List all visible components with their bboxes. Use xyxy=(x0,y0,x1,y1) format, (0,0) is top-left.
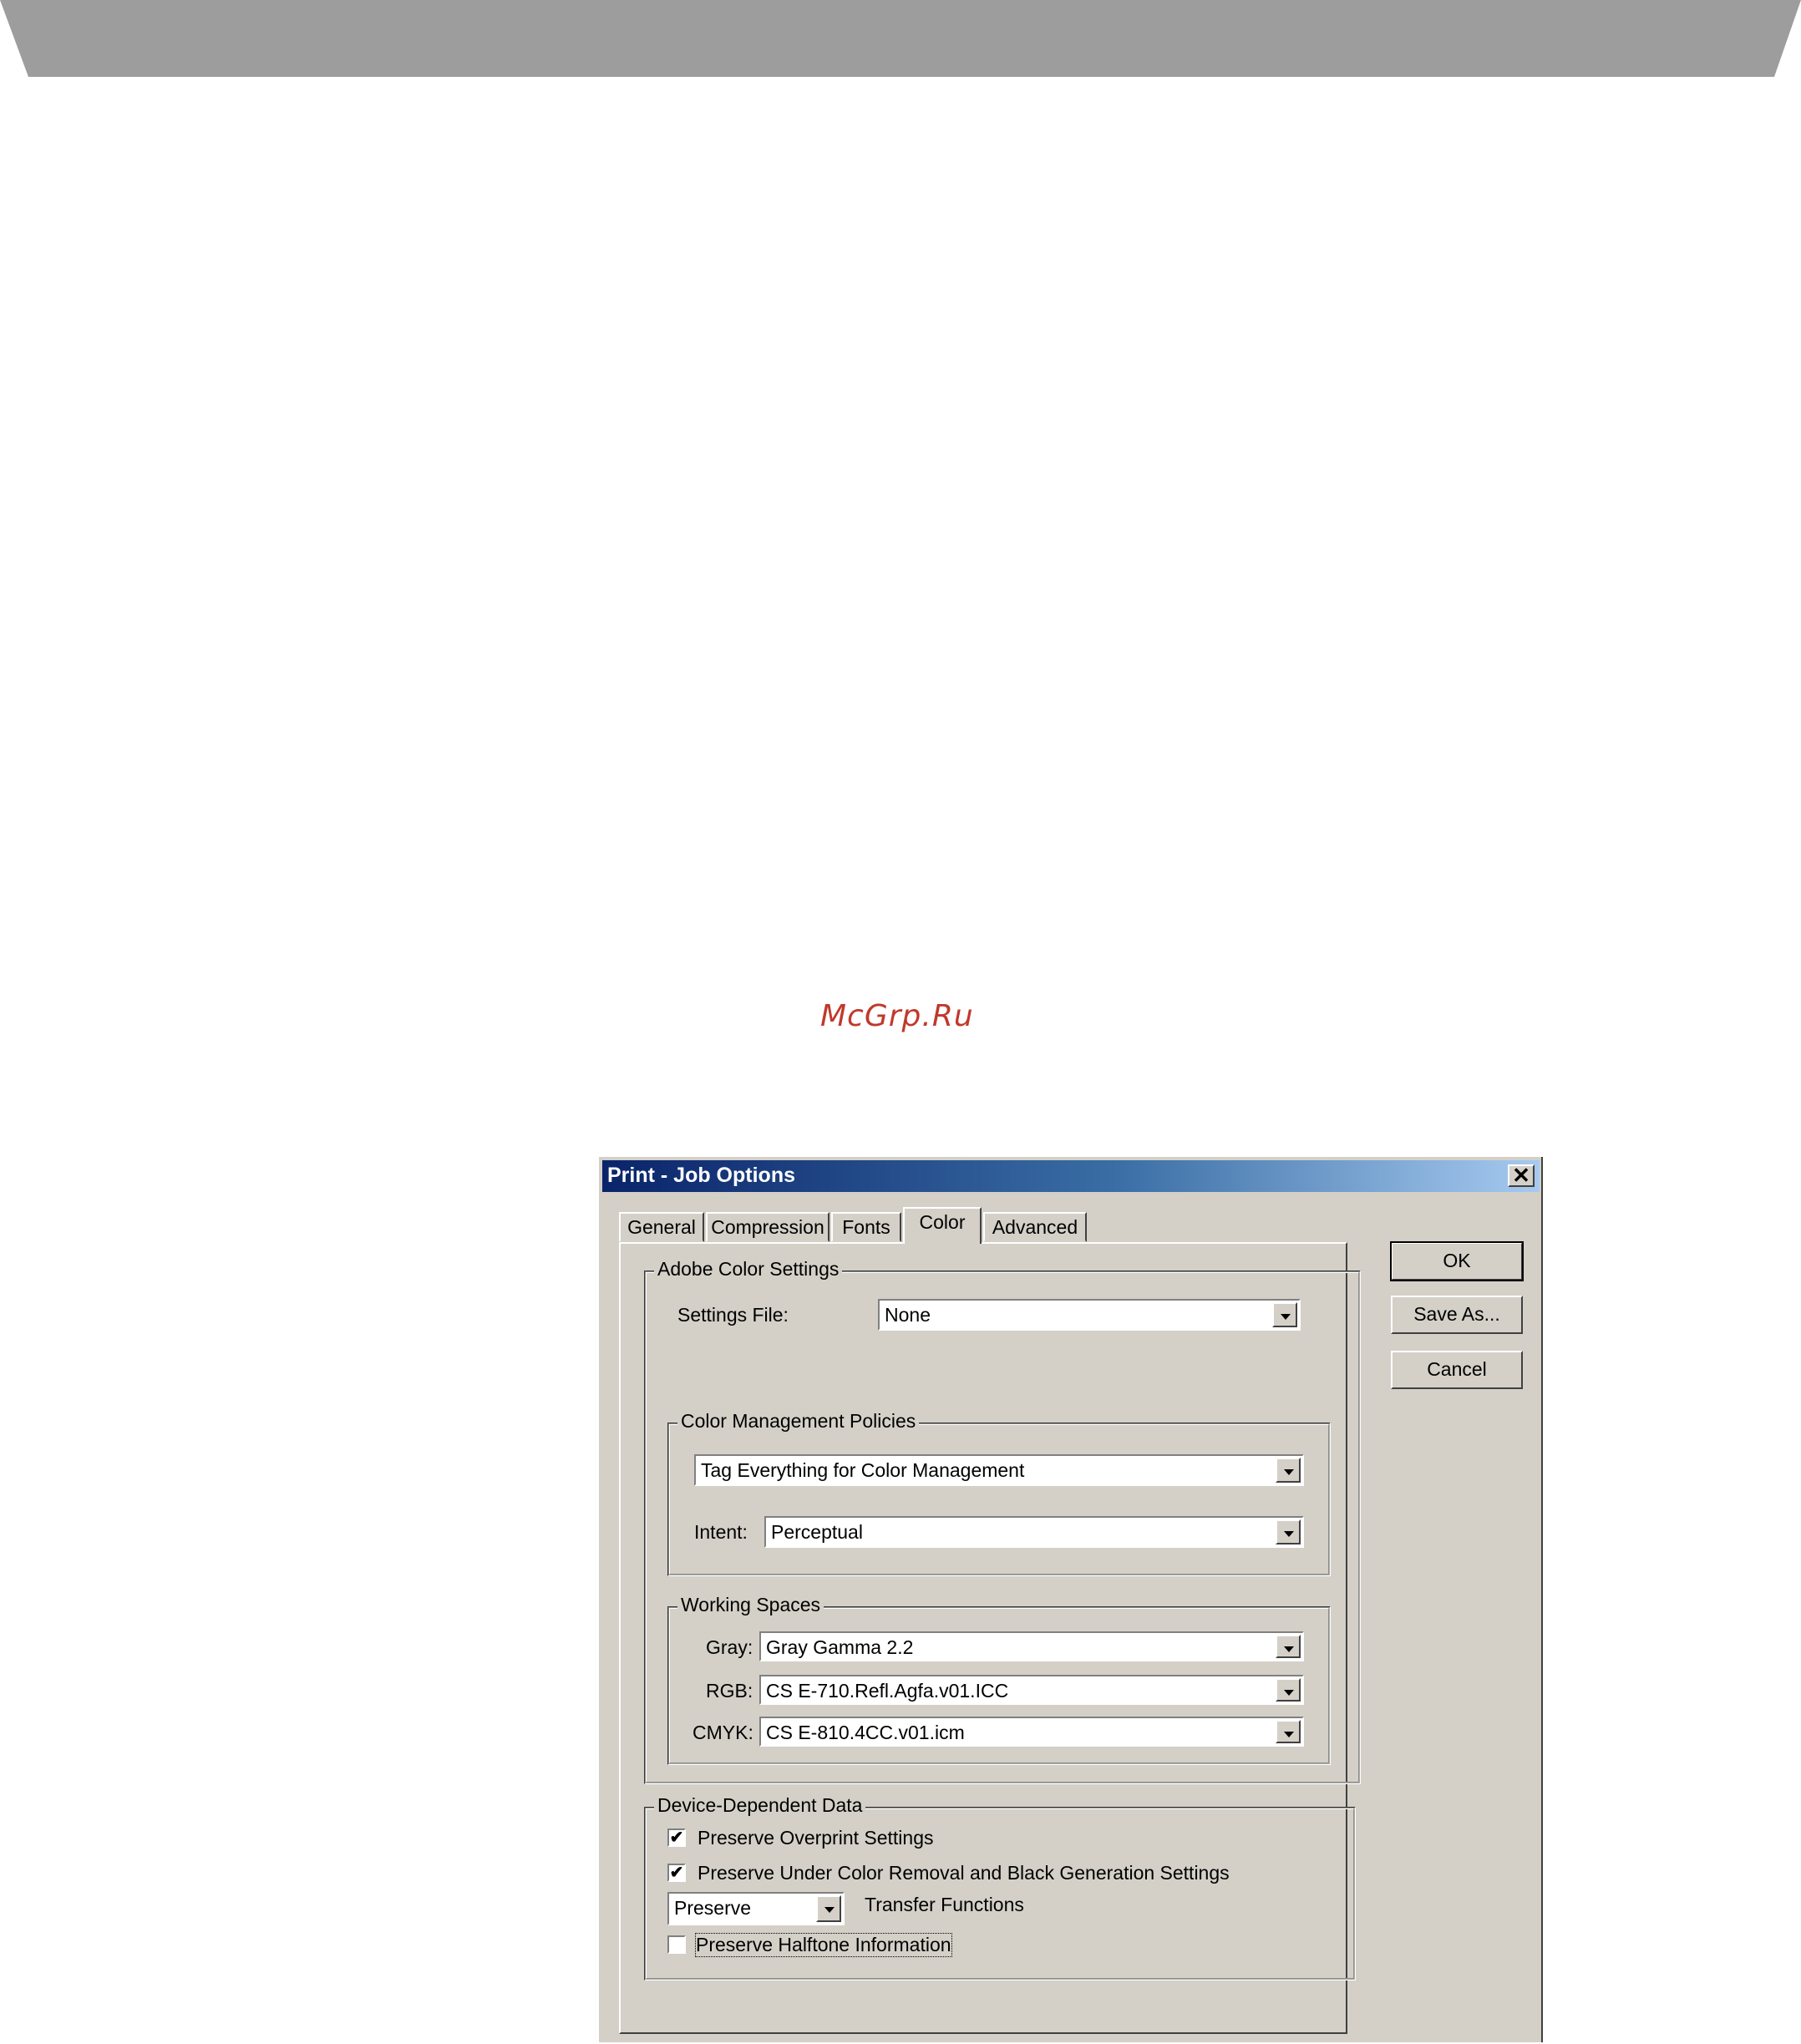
preserve-halftone-checkbox[interactable] xyxy=(667,1935,686,1954)
tab-compression[interactable]: Compression xyxy=(706,1212,829,1242)
settings-file-select[interactable]: None xyxy=(878,1299,1301,1331)
close-icon[interactable]: ✕ xyxy=(1508,1164,1535,1187)
transfer-functions-select[interactable]: Preserve xyxy=(667,1892,845,1925)
settings-file-label: Settings File: xyxy=(677,1304,789,1326)
tab-advanced[interactable]: Advanced xyxy=(983,1212,1087,1242)
rgb-value: CS E-710.Refl.Agfa.v01.ICC xyxy=(766,1680,1009,1702)
chevron-down-icon[interactable] xyxy=(1272,1302,1297,1327)
cmyk-select[interactable]: CS E-810.4CC.v01.icm xyxy=(759,1717,1304,1747)
color-policy-select[interactable]: Tag Everything for Color Management xyxy=(694,1454,1304,1486)
preserve-ucr-checkbox[interactable]: ✔ xyxy=(667,1864,686,1882)
preserve-overprint-label[interactable]: Preserve Overprint Settings xyxy=(698,1827,934,1849)
color-tab-panel: Adobe Color Settings Settings File: None… xyxy=(619,1242,1361,2034)
chevron-down-icon[interactable] xyxy=(1276,1458,1301,1483)
watermark-text: McGrp.Ru xyxy=(820,999,974,1033)
save-as-button[interactable]: Save As... xyxy=(1391,1296,1523,1334)
rgb-label: RGB: xyxy=(706,1680,753,1702)
gray-select[interactable]: Gray Gamma 2.2 xyxy=(759,1631,1304,1661)
dialog-title: Print - Job Options xyxy=(607,1164,795,1187)
check-icon: ✔ xyxy=(669,1864,684,1882)
check-icon: ✔ xyxy=(669,1828,684,1847)
color-management-policies-group: Color Management Policies Tag Everything… xyxy=(667,1410,1331,1576)
color-management-policies-legend: Color Management Policies xyxy=(677,1410,920,1433)
working-spaces-legend: Working Spaces xyxy=(677,1594,824,1616)
ok-button[interactable]: OK xyxy=(1390,1241,1524,1281)
adobe-color-settings-legend: Adobe Color Settings xyxy=(654,1258,843,1281)
cancel-button[interactable]: Cancel xyxy=(1391,1351,1523,1389)
tab-fonts[interactable]: Fonts xyxy=(831,1212,901,1242)
transfer-functions-label: Transfer Functions xyxy=(865,1894,1024,1915)
tab-general[interactable]: General xyxy=(619,1212,704,1242)
transfer-functions-value: Preserve xyxy=(674,1897,752,1919)
print-job-options-dialog: Print - Job Options ✕ General Compressio… xyxy=(597,1155,1545,2044)
gray-label: Gray: xyxy=(706,1636,753,1658)
title-bar[interactable]: Print - Job Options ✕ xyxy=(602,1160,1540,1192)
intent-select[interactable]: Perceptual xyxy=(764,1516,1304,1548)
intent-label: Intent: xyxy=(694,1521,748,1543)
cmyk-value: CS E-810.4CC.v01.icm xyxy=(766,1722,965,1743)
preserve-ucr-label[interactable]: Preserve Under Color Removal and Black G… xyxy=(698,1862,1230,1884)
adobe-color-settings-group: Adobe Color Settings Settings File: None… xyxy=(644,1258,1361,1784)
cmyk-label: CMYK: xyxy=(692,1722,753,1743)
preserve-overprint-checkbox[interactable]: ✔ xyxy=(667,1828,686,1847)
chevron-down-icon[interactable] xyxy=(816,1895,841,1922)
device-dependent-data-group: Device-Dependent Data ✔ Preserve Overpri… xyxy=(644,1794,1356,1981)
device-dependent-data-legend: Device-Dependent Data xyxy=(654,1794,866,1817)
rgb-select[interactable]: CS E-710.Refl.Agfa.v01.ICC xyxy=(759,1675,1304,1705)
tab-color[interactable]: Color xyxy=(903,1207,982,1244)
intent-value: Perceptual xyxy=(771,1521,863,1543)
chevron-down-icon[interactable] xyxy=(1276,1519,1301,1544)
header-band xyxy=(0,0,1801,77)
chevron-down-icon[interactable] xyxy=(1276,1678,1301,1702)
working-spaces-group: Working Spaces Gray: Gray Gamma 2.2 RGB:… xyxy=(667,1594,1331,1765)
chevron-down-icon[interactable] xyxy=(1276,1635,1301,1658)
preserve-halftone-label[interactable]: Preserve Halftone Information xyxy=(695,1933,952,1957)
gray-value: Gray Gamma 2.2 xyxy=(766,1636,914,1658)
chevron-down-icon[interactable] xyxy=(1276,1720,1301,1743)
settings-file-value: None xyxy=(885,1304,931,1326)
color-policy-value: Tag Everything for Color Management xyxy=(701,1459,1025,1481)
